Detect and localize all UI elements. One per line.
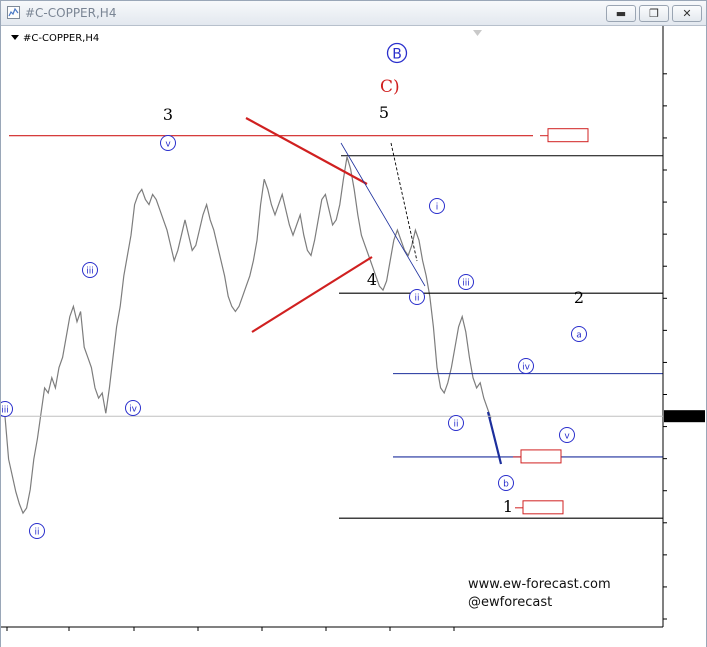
wave-label: v — [165, 140, 171, 150]
current-price-box — [664, 410, 705, 423]
minimize-button[interactable]: ▬ — [606, 5, 636, 22]
wave-label: iii — [462, 279, 470, 289]
wave-C-label: C) — [380, 77, 400, 97]
wave-B-label: B — [392, 47, 402, 63]
title-bar[interactable]: #C-COPPER,H4 ▬ ❐ ✕ — [1, 1, 706, 26]
wave-label: i — [436, 203, 439, 213]
wave-label: iii — [86, 267, 94, 277]
wave-label: iv — [129, 405, 138, 415]
symbol-label: #C-COPPER,H4 — [11, 33, 99, 44]
wave-number-label: 5 — [379, 103, 389, 122]
chart-window-icon — [7, 6, 20, 19]
wave-label: b — [503, 480, 509, 490]
close-icon: ✕ — [682, 7, 692, 20]
window-title: #C-COPPER,H4 — [25, 6, 117, 20]
restore-button[interactable]: ❐ — [639, 5, 669, 22]
price-tag-box — [520, 449, 562, 464]
wave-number-label: 1 — [503, 497, 513, 516]
wave-number-label: 3 — [163, 105, 173, 124]
symbol-text: #C-COPPER,H4 — [23, 33, 99, 44]
wave-label: ii — [414, 294, 419, 304]
wave-number-label: 2 — [574, 288, 584, 307]
wave-number-label: 4 — [367, 270, 377, 289]
price-chart[interactable]: iiiiiivviiiiiiiiiiiivvabBC)3 5412 #C-COPP… — [1, 26, 706, 647]
watermark-handle: @ewforecast — [468, 595, 552, 610]
wave-label: ii — [34, 528, 39, 538]
wave-label: v — [564, 432, 570, 442]
minimize-icon: ▬ — [615, 7, 627, 20]
price-tag-box — [547, 128, 589, 143]
wave-label: iv — [522, 363, 531, 373]
wave-label: a — [576, 331, 582, 341]
wave-label: ii — [453, 420, 458, 430]
chart-window: #C-COPPER,H4 ▬ ❐ ✕ ii iii iv v iii ii i ii iii iv… — [0, 0, 707, 647]
price-tag-box — [522, 500, 564, 515]
wave-label: iii — [1, 406, 9, 416]
close-button[interactable]: ✕ — [672, 5, 702, 22]
watermark-url: www.ew-forecast.com — [468, 577, 611, 592]
restore-icon: ❐ — [649, 7, 659, 20]
